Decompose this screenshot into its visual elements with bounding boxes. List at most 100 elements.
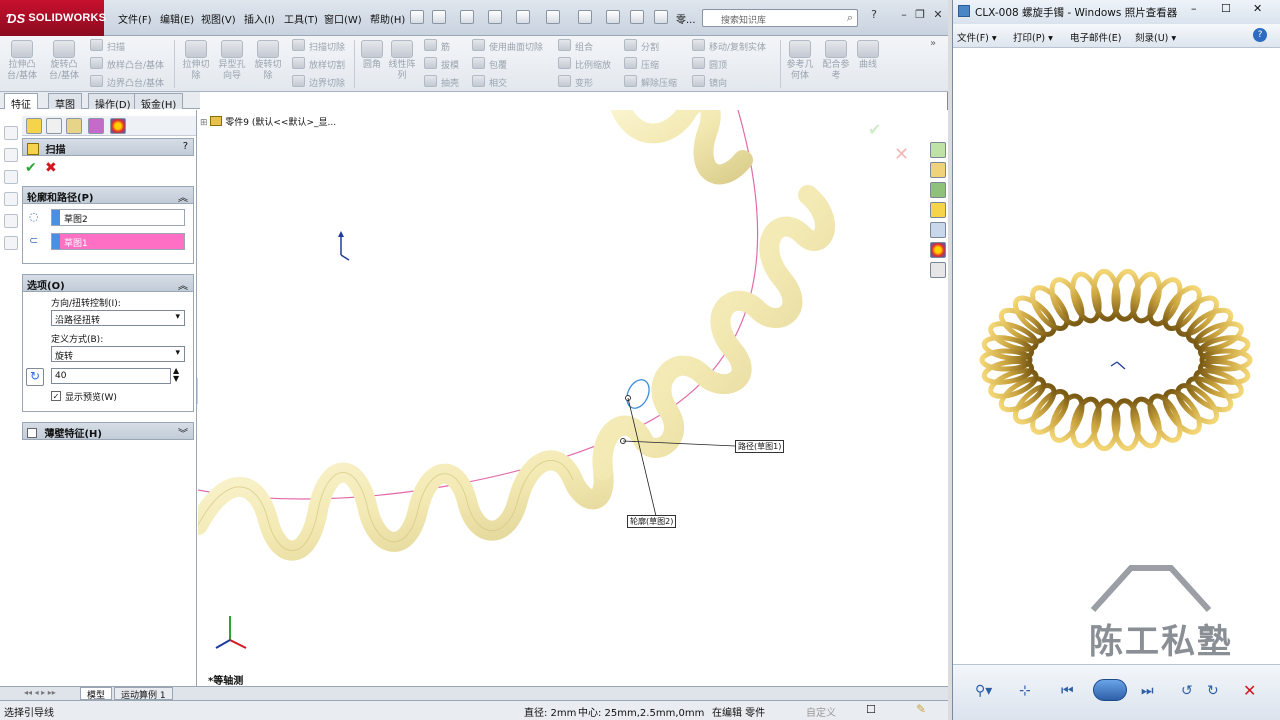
thin-feature-checkbox[interactable] bbox=[27, 428, 37, 438]
menu-window[interactable]: 窗口(W) bbox=[324, 11, 362, 26]
thin-feature-header[interactable]: 薄壁特征(H) ︾ bbox=[22, 422, 194, 440]
intersect-button[interactable]: 相交 bbox=[472, 75, 507, 89]
pin-icon[interactable] bbox=[410, 10, 424, 24]
boundary-cut-button[interactable]: 边界切除 bbox=[292, 75, 345, 89]
viewer-minimize-button[interactable]: – bbox=[1191, 2, 1197, 15]
turns-spinner-icon[interactable]: ▲ ▼ bbox=[173, 367, 179, 383]
rebuild-icon[interactable] bbox=[606, 10, 620, 24]
rotate-clockwise-icon[interactable]: ↻ bbox=[1207, 683, 1219, 699]
profile-sketch-ellipse[interactable] bbox=[623, 376, 654, 412]
profile-path-header[interactable]: 轮廓和路径(P) ︽ bbox=[22, 186, 194, 204]
tab-sheet-metal[interactable]: 钣金(H) bbox=[134, 93, 184, 111]
home-icon[interactable] bbox=[930, 162, 946, 178]
help-icon[interactable]: ? bbox=[183, 141, 188, 152]
open-document-icon[interactable] bbox=[460, 10, 474, 24]
viewer-maximize-button[interactable]: ☐ bbox=[1221, 2, 1231, 15]
delete-icon[interactable]: ✕ bbox=[1243, 681, 1256, 700]
scale-button[interactable]: 比例缩放 bbox=[558, 57, 611, 71]
restore-button[interactable]: ❐ bbox=[912, 8, 928, 22]
profile-selection-box[interactable]: 草图2 bbox=[51, 209, 185, 226]
slideshow-button[interactable] bbox=[1093, 679, 1127, 701]
surface-cut-button[interactable]: 使用曲面切除 bbox=[472, 39, 543, 53]
menu-tools[interactable]: 工具(T) bbox=[284, 11, 318, 26]
draft-button[interactable]: 拔模 bbox=[424, 57, 459, 71]
view-palette-icon[interactable] bbox=[930, 222, 946, 238]
extrude-cut-button[interactable]: 拉伸切 除 bbox=[178, 40, 214, 82]
loft-cut-button[interactable]: 放样切割 bbox=[292, 57, 345, 71]
rebuild-status-icon[interactable]: ☐ bbox=[866, 703, 876, 716]
suppress-button[interactable]: 压缩 bbox=[624, 57, 659, 71]
cancel-button[interactable]: ✖ bbox=[45, 160, 57, 176]
viewer-menu-print[interactable]: 打印(P) ▾ bbox=[1013, 30, 1053, 44]
path-callout[interactable]: 路径(草图1) bbox=[735, 440, 785, 453]
dome-button[interactable]: 圆顶 bbox=[692, 57, 727, 71]
split-button[interactable]: 分割 bbox=[624, 39, 659, 53]
custom-properties-icon[interactable] bbox=[930, 262, 946, 278]
sweep-cut-button[interactable]: 扫描切除 bbox=[292, 39, 345, 53]
flex-button[interactable]: 变形 bbox=[558, 75, 593, 89]
mate-reference-button[interactable]: 配合参 考 bbox=[818, 40, 854, 82]
print-icon[interactable] bbox=[516, 10, 530, 24]
revolve-boss-button[interactable]: 旋转凸 台/基体 bbox=[46, 40, 82, 82]
previous-icon[interactable]: ⏮ bbox=[1061, 683, 1074, 699]
viewer-menu-file[interactable]: 文件(F) ▾ bbox=[957, 30, 997, 44]
save-icon[interactable] bbox=[488, 10, 502, 24]
tab-model[interactable]: 模型 bbox=[80, 687, 113, 701]
knowledge-search-input[interactable]: 搜索知识库 ⌕ bbox=[702, 9, 858, 27]
design-library-icon[interactable] bbox=[930, 182, 946, 198]
revolve-icon[interactable] bbox=[4, 170, 18, 184]
path-selection-box[interactable]: 草图1 bbox=[51, 233, 185, 250]
combine-button[interactable]: 组合 bbox=[558, 39, 593, 53]
dimxpert-icon[interactable] bbox=[88, 118, 104, 134]
feature-manager-icon[interactable] bbox=[26, 118, 42, 134]
file-explorer-icon[interactable] bbox=[930, 202, 946, 218]
linear-pattern-button[interactable]: 线性阵 列 bbox=[384, 40, 420, 82]
define-by-dropdown[interactable]: 旋转 bbox=[51, 346, 185, 362]
shell-button[interactable]: 抽壳 bbox=[424, 75, 459, 89]
menu-insert[interactable]: 插入(I) bbox=[244, 11, 275, 26]
sweep-preview-viewport[interactable] bbox=[198, 110, 948, 686]
unsuppress-button[interactable]: 解除压缩 bbox=[624, 75, 677, 89]
tab-features[interactable]: 特征 bbox=[4, 93, 38, 111]
pattern-icon[interactable] bbox=[4, 236, 18, 250]
close-button[interactable]: ✕ bbox=[930, 8, 946, 22]
solidworks-logo[interactable]: ƊS SOLIDWORKS bbox=[0, 0, 106, 36]
next-icon[interactable]: ⏭ bbox=[1141, 683, 1154, 699]
move-copy-body-button[interactable]: 移动/复制实体 bbox=[692, 39, 766, 53]
extrude-boss-button[interactable]: 拉伸凸 台/基体 bbox=[4, 40, 40, 82]
viewer-menu-email[interactable]: 电子邮件(E) bbox=[1070, 30, 1121, 44]
select-icon[interactable] bbox=[578, 10, 592, 24]
sketch-icon[interactable] bbox=[4, 148, 18, 162]
revolve-cut-button[interactable]: 旋转切 除 bbox=[250, 40, 286, 82]
new-document-icon[interactable] bbox=[432, 10, 446, 24]
undo-icon[interactable] bbox=[546, 10, 560, 24]
configuration-manager-icon[interactable] bbox=[66, 118, 82, 134]
viewer-close-button[interactable]: ✕ bbox=[1253, 2, 1262, 15]
show-preview-checkbox[interactable]: ✓ bbox=[51, 391, 61, 401]
wrap-button[interactable]: 包覆 bbox=[472, 57, 507, 71]
tab-motion-study[interactable]: 运动算例 1 bbox=[114, 687, 173, 701]
ok-button[interactable]: ✔ bbox=[25, 160, 37, 176]
zoom-icon[interactable]: ⚲▾ bbox=[975, 683, 992, 699]
display-manager-icon[interactable] bbox=[110, 118, 126, 134]
help-icon[interactable]: ? bbox=[866, 8, 882, 22]
sweep-button[interactable]: 扫描 bbox=[90, 39, 125, 53]
rotate-counterclockwise-icon[interactable]: ↺ bbox=[1181, 683, 1193, 699]
fillet-icon[interactable] bbox=[4, 214, 18, 228]
reference-geometry-button[interactable]: 参考几 何体 bbox=[782, 40, 818, 82]
menu-edit[interactable]: 编辑(E) bbox=[160, 11, 194, 26]
graphics-area[interactable]: ⌕ ⌕ ↶ ▣ ◈ ◩ ◎ ● ◐ ▤ ⊞ ⊟ ❐ ✕ ⊞ 零件9 (默认<<默… bbox=[198, 110, 948, 686]
actual-size-icon[interactable]: ⊹ bbox=[1019, 683, 1031, 699]
tab-operations[interactable]: 操作(D) bbox=[88, 93, 138, 111]
hole-wizard-button[interactable]: 异型孔 向导 bbox=[214, 40, 250, 82]
orientation-dropdown[interactable]: 沿路径扭转 bbox=[51, 310, 185, 326]
tab-sketch[interactable]: 草图 bbox=[48, 93, 82, 111]
rib-button[interactable]: 筋 bbox=[424, 39, 450, 53]
resources-icon[interactable] bbox=[930, 142, 946, 158]
boundary-boss-button[interactable]: 边界凸台/基体 bbox=[90, 75, 164, 89]
ribbon-expand-icon[interactable]: » bbox=[930, 38, 936, 49]
minimize-button[interactable]: – bbox=[896, 8, 912, 22]
status-custom[interactable]: 自定义 bbox=[806, 704, 836, 719]
file-properties-icon[interactable] bbox=[630, 10, 644, 24]
options-header[interactable]: 选项(O) ︽ bbox=[22, 274, 194, 292]
